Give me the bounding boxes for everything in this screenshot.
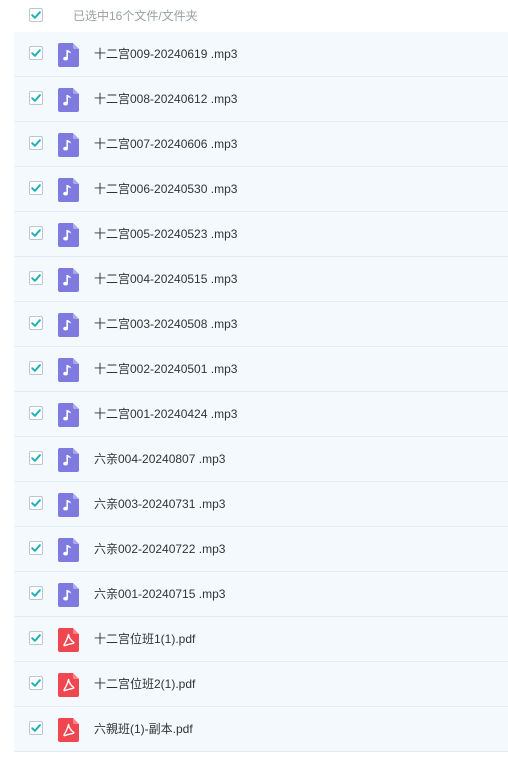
file-checkbox[interactable] bbox=[29, 316, 43, 330]
checkmark-icon bbox=[31, 589, 41, 597]
music-note-icon bbox=[58, 43, 79, 67]
checkmark-icon bbox=[31, 454, 41, 462]
file-row[interactable]: 六亲003-20240731 .mp3 bbox=[14, 482, 508, 527]
pdf-file-icon bbox=[58, 673, 79, 697]
checkmark-icon bbox=[31, 679, 41, 687]
file-checkbox[interactable] bbox=[29, 451, 43, 465]
file-row[interactable]: 十二宫007-20240606 .mp3 bbox=[14, 122, 508, 167]
file-row[interactable]: 十二宫001-20240424 .mp3 bbox=[14, 392, 508, 437]
file-row[interactable]: 十二宫009-20240619 .mp3 bbox=[14, 32, 508, 77]
file-name[interactable]: 十二宫004-20240515 .mp3 bbox=[94, 271, 237, 288]
file-checkbox[interactable] bbox=[29, 46, 43, 60]
file-name[interactable]: 六亲004-20240807 .mp3 bbox=[94, 451, 225, 468]
file-name[interactable]: 六亲001-20240715 .mp3 bbox=[94, 586, 225, 603]
file-row[interactable]: 六亲004-20240807 .mp3 bbox=[14, 437, 508, 482]
selection-count-label: 已选中16个文件/文件夹 bbox=[73, 9, 198, 23]
checkmark-icon bbox=[31, 724, 41, 732]
file-name[interactable]: 十二宫002-20240501 .mp3 bbox=[94, 361, 237, 378]
file-name[interactable]: 六亲003-20240731 .mp3 bbox=[94, 496, 225, 513]
file-row[interactable]: 十二宫004-20240515 .mp3 bbox=[14, 257, 508, 302]
file-row[interactable]: 六亲002-20240722 .mp3 bbox=[14, 527, 508, 572]
music-note-icon bbox=[58, 448, 79, 472]
file-checkbox[interactable] bbox=[29, 181, 43, 195]
file-row[interactable]: 十二宫005-20240523 .mp3 bbox=[14, 212, 508, 257]
file-name[interactable]: 十二宫003-20240508 .mp3 bbox=[94, 316, 237, 333]
checkmark-icon bbox=[31, 364, 41, 372]
file-row[interactable]: 六親班(1)-副本.pdf bbox=[14, 707, 508, 752]
checkmark-icon bbox=[31, 49, 41, 57]
music-note-icon bbox=[58, 403, 79, 427]
file-name[interactable]: 十二宫007-20240606 .mp3 bbox=[94, 136, 237, 153]
file-row[interactable]: 十二宫006-20240530 .mp3 bbox=[14, 167, 508, 212]
music-note-icon bbox=[58, 223, 79, 247]
file-row[interactable]: 十二宫008-20240612 .mp3 bbox=[14, 77, 508, 122]
select-all-checkbox[interactable] bbox=[29, 8, 43, 22]
file-checkbox[interactable] bbox=[29, 91, 43, 105]
file-checkbox[interactable] bbox=[29, 406, 43, 420]
file-name[interactable]: 十二宫001-20240424 .mp3 bbox=[94, 406, 237, 423]
file-row[interactable]: 十二宫003-20240508 .mp3 bbox=[14, 302, 508, 347]
file-list: 已选中16个文件/文件夹 十二宫009-20240619 .mp3 十二宫008-… bbox=[0, 0, 508, 758]
file-checkbox[interactable] bbox=[29, 721, 43, 735]
checkmark-icon bbox=[31, 11, 41, 19]
pdf-file-icon bbox=[58, 718, 79, 742]
checkmark-icon bbox=[31, 229, 41, 237]
music-note-icon bbox=[58, 583, 79, 607]
music-note-icon bbox=[58, 178, 79, 202]
file-checkbox[interactable] bbox=[29, 586, 43, 600]
file-checkbox[interactable] bbox=[29, 271, 43, 285]
music-note-icon bbox=[58, 313, 79, 337]
music-note-icon bbox=[58, 493, 79, 517]
music-note-icon bbox=[58, 88, 79, 112]
file-name[interactable]: 十二宫009-20240619 .mp3 bbox=[94, 46, 237, 63]
file-checkbox[interactable] bbox=[29, 226, 43, 240]
file-row[interactable]: 十二宫位班2(1).pdf bbox=[14, 662, 508, 707]
checkmark-icon bbox=[31, 634, 41, 642]
file-name[interactable]: 十二宫006-20240530 .mp3 bbox=[94, 181, 237, 198]
checkmark-icon bbox=[31, 319, 41, 327]
file-name[interactable]: 十二宫位班2(1).pdf bbox=[94, 676, 195, 693]
checkmark-icon bbox=[31, 544, 41, 552]
music-note-icon bbox=[58, 358, 79, 382]
file-checkbox[interactable] bbox=[29, 541, 43, 555]
file-row[interactable]: 六亲001-20240715 .mp3 bbox=[14, 572, 508, 617]
file-name[interactable]: 十二宫位班1(1).pdf bbox=[94, 631, 195, 648]
file-row[interactable]: 十二宫位班1(1).pdf bbox=[14, 617, 508, 662]
selection-header: 已选中16个文件/文件夹 bbox=[0, 0, 508, 32]
music-note-icon bbox=[58, 268, 79, 292]
file-checkbox[interactable] bbox=[29, 631, 43, 645]
checkmark-icon bbox=[31, 184, 41, 192]
file-name[interactable]: 十二宫008-20240612 .mp3 bbox=[94, 91, 237, 108]
checkmark-icon bbox=[31, 499, 41, 507]
file-row[interactable]: 十二宫002-20240501 .mp3 bbox=[14, 347, 508, 392]
checkmark-icon bbox=[31, 409, 41, 417]
file-name[interactable]: 六亲002-20240722 .mp3 bbox=[94, 541, 225, 558]
checkmark-icon bbox=[31, 274, 41, 282]
file-rows: 十二宫009-20240619 .mp3 十二宫008-20240612 .mp3… bbox=[14, 32, 508, 752]
music-note-icon bbox=[58, 133, 79, 157]
file-checkbox[interactable] bbox=[29, 676, 43, 690]
music-note-icon bbox=[58, 538, 79, 562]
file-checkbox[interactable] bbox=[29, 136, 43, 150]
checkmark-icon bbox=[31, 139, 41, 147]
file-checkbox[interactable] bbox=[29, 361, 43, 375]
file-name[interactable]: 六親班(1)-副本.pdf bbox=[94, 721, 193, 738]
pdf-file-icon bbox=[58, 628, 79, 652]
checkmark-icon bbox=[31, 94, 41, 102]
file-name[interactable]: 十二宫005-20240523 .mp3 bbox=[94, 226, 237, 243]
file-checkbox[interactable] bbox=[29, 496, 43, 510]
